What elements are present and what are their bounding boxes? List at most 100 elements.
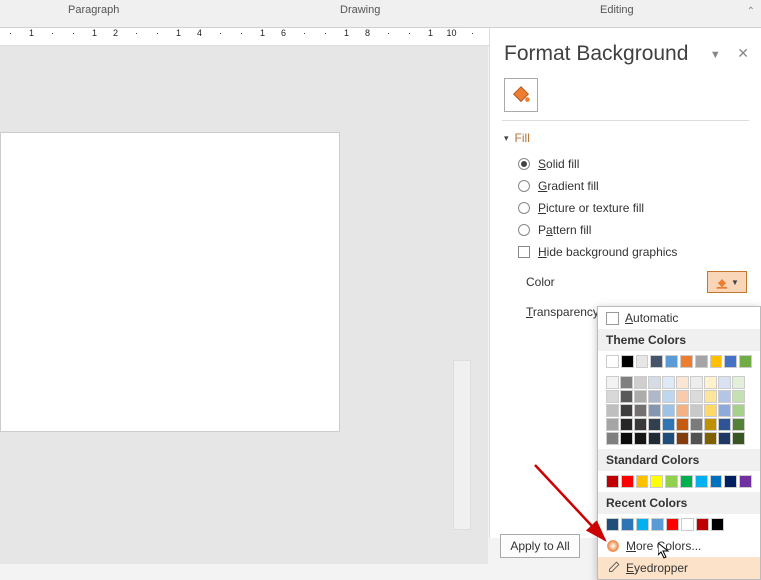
color-swatch[interactable] <box>718 404 731 417</box>
color-swatch[interactable] <box>620 418 633 431</box>
eyedropper-item[interactable]: Eyedropper <box>598 557 760 579</box>
color-swatch[interactable] <box>620 404 633 417</box>
color-swatch[interactable] <box>718 376 731 389</box>
gradient-fill-radio[interactable]: Gradient fill <box>518 175 747 197</box>
color-swatch[interactable] <box>718 390 731 403</box>
color-swatch[interactable] <box>704 376 717 389</box>
color-swatch[interactable] <box>620 376 633 389</box>
color-swatch[interactable] <box>636 355 649 368</box>
color-swatch[interactable] <box>606 518 619 531</box>
color-swatch[interactable] <box>648 390 661 403</box>
color-swatch[interactable] <box>676 418 689 431</box>
color-swatch[interactable] <box>634 404 647 417</box>
color-swatch[interactable] <box>665 475 678 488</box>
color-swatch[interactable] <box>690 390 703 403</box>
fill-category-icon[interactable] <box>504 78 538 112</box>
color-swatch[interactable] <box>634 432 647 445</box>
picture-fill-radio[interactable]: Picture or texture fill <box>518 197 747 219</box>
color-swatch[interactable] <box>666 518 679 531</box>
panel-menu-icon[interactable]: ▼ <box>710 49 721 61</box>
color-picker-dropdown: Automatic Theme Colors Standard Colors R… <box>597 306 761 580</box>
color-swatch[interactable] <box>732 376 745 389</box>
color-swatch[interactable] <box>606 404 619 417</box>
solid-fill-radio[interactable]: Solid fill <box>518 153 747 175</box>
color-swatch[interactable] <box>718 432 731 445</box>
color-swatch[interactable] <box>648 376 661 389</box>
color-picker-button[interactable]: ▼ <box>707 271 747 293</box>
color-swatch[interactable] <box>620 390 633 403</box>
color-swatch[interactable] <box>690 404 703 417</box>
apply-to-all-button[interactable]: Apply to All <box>500 534 580 558</box>
color-swatch[interactable] <box>739 355 752 368</box>
hide-graphics-checkbox[interactable]: Hide background graphics <box>518 241 747 263</box>
color-swatch[interactable] <box>711 518 724 531</box>
color-swatch[interactable] <box>648 418 661 431</box>
color-swatch[interactable] <box>724 475 737 488</box>
color-swatch[interactable] <box>690 432 703 445</box>
color-swatch[interactable] <box>606 390 619 403</box>
color-swatch[interactable] <box>710 355 723 368</box>
color-swatch[interactable] <box>621 355 634 368</box>
color-swatch[interactable] <box>732 390 745 403</box>
color-swatch[interactable] <box>606 418 619 431</box>
color-swatch[interactable] <box>704 390 717 403</box>
color-swatch[interactable] <box>621 518 634 531</box>
color-swatch[interactable] <box>634 390 647 403</box>
color-swatch[interactable] <box>732 432 745 445</box>
color-swatch[interactable] <box>665 355 678 368</box>
color-swatch[interactable] <box>704 418 717 431</box>
color-swatch[interactable] <box>634 376 647 389</box>
color-swatch[interactable] <box>696 518 709 531</box>
pattern-fill-radio[interactable]: Pattern fill <box>518 219 747 241</box>
color-swatch[interactable] <box>648 432 661 445</box>
color-swatch[interactable] <box>680 475 693 488</box>
color-swatch[interactable] <box>662 390 675 403</box>
color-swatch[interactable] <box>710 475 723 488</box>
color-swatch[interactable] <box>690 418 703 431</box>
color-swatch[interactable] <box>634 418 647 431</box>
color-swatch[interactable] <box>662 418 675 431</box>
slide-canvas[interactable] <box>0 132 340 432</box>
color-swatch[interactable] <box>739 475 752 488</box>
fill-section-header[interactable]: ▾ Fill <box>490 125 761 151</box>
color-swatch[interactable] <box>676 376 689 389</box>
standard-colors-header: Standard Colors <box>598 449 760 471</box>
color-swatch[interactable] <box>650 355 663 368</box>
color-swatch[interactable] <box>695 475 708 488</box>
color-swatch[interactable] <box>621 475 634 488</box>
color-swatch[interactable] <box>718 418 731 431</box>
color-wheel-icon <box>606 539 620 553</box>
vertical-scrollbar[interactable] <box>453 360 471 530</box>
color-swatch[interactable] <box>636 475 649 488</box>
color-swatch[interactable] <box>704 432 717 445</box>
color-swatch[interactable] <box>606 355 619 368</box>
color-swatch[interactable] <box>662 432 675 445</box>
color-swatch[interactable] <box>606 475 619 488</box>
color-swatch[interactable] <box>676 404 689 417</box>
color-swatch[interactable] <box>724 355 737 368</box>
color-swatch[interactable] <box>732 404 745 417</box>
color-swatch[interactable] <box>690 376 703 389</box>
color-swatch[interactable] <box>681 518 694 531</box>
theme-shades-grid <box>598 372 760 449</box>
color-swatch[interactable] <box>676 432 689 445</box>
close-panel-icon[interactable]: ✕ <box>737 45 749 61</box>
color-swatch[interactable] <box>695 355 708 368</box>
color-swatch[interactable] <box>648 404 661 417</box>
color-swatch[interactable] <box>650 475 663 488</box>
color-swatch[interactable] <box>704 404 717 417</box>
color-swatch[interactable] <box>651 518 664 531</box>
color-swatch[interactable] <box>680 355 693 368</box>
color-swatch[interactable] <box>620 432 633 445</box>
ribbon-group-drawing: Drawing <box>340 4 380 16</box>
color-swatch[interactable] <box>662 376 675 389</box>
color-swatch[interactable] <box>662 404 675 417</box>
color-swatch[interactable] <box>606 376 619 389</box>
color-swatch[interactable] <box>676 390 689 403</box>
automatic-color-item[interactable]: Automatic <box>598 307 760 329</box>
color-swatch[interactable] <box>732 418 745 431</box>
color-swatch[interactable] <box>636 518 649 531</box>
collapse-ribbon-icon[interactable]: ⌃ <box>747 6 755 17</box>
more-colors-item[interactable]: More Colors... <box>598 535 760 557</box>
color-swatch[interactable] <box>606 432 619 445</box>
